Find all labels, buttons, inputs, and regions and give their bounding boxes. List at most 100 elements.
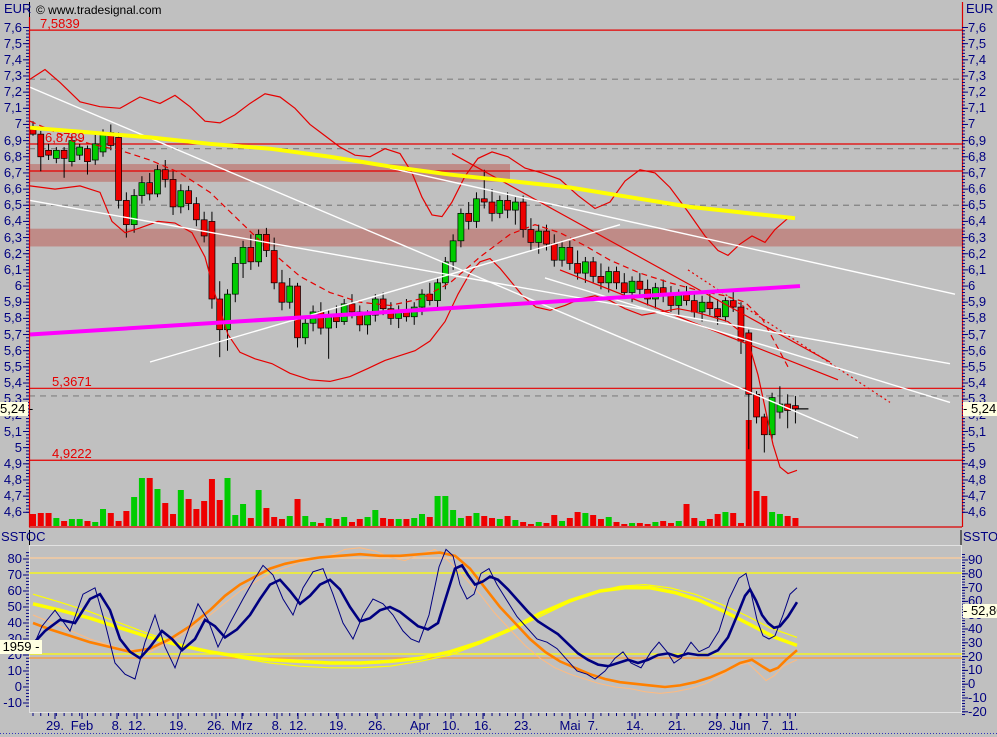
stoch-layer: [29, 546, 962, 713]
price-tick-label-left: 7: [0, 117, 22, 131]
date-tick-label: 19.: [162, 719, 194, 733]
price-tick-label-left: 4,8: [0, 473, 22, 487]
price-tick-label-right: 5,4: [968, 376, 997, 390]
date-tick-label: 16.: [467, 719, 499, 733]
price-tick-label-right: 6,9: [968, 134, 997, 148]
price-tick-label-right: 7,5: [968, 37, 997, 51]
stoch-title-left: SSTOC: [1, 530, 46, 544]
price-tick-label-left: 7,3: [0, 69, 22, 83]
price-tick-label-left: 5,1: [0, 425, 22, 439]
date-tick-label: 21.: [661, 719, 693, 733]
price-tick-label-right: 5: [968, 441, 997, 455]
stoch-tick-label-left: 70: [0, 568, 22, 582]
price-tick-label-left: 6,2: [0, 247, 22, 261]
price-tick-label-right: 6,3: [968, 231, 997, 245]
price-tick-label-left: 4,7: [0, 489, 22, 503]
stoch-tick-label-right: -20: [968, 705, 997, 719]
stoch-tick-label-right: 40: [968, 622, 997, 636]
price-tick-label-left: 6,9: [0, 134, 22, 148]
price-tick-label-left: 6,1: [0, 263, 22, 277]
price-tick-label-left: 6,8: [0, 150, 22, 164]
price-tick-label-right: 5,7: [968, 328, 997, 342]
price-tick-label-left: 5,7: [0, 328, 22, 342]
trading-chart-window: EUR © www.tradesignal.com EUR 7,5839 6,8…: [0, 0, 997, 737]
stoch-tick-label-left: 60: [0, 584, 22, 598]
panel-frame: [0, 2, 997, 734]
stoch-tick-label-left: -10: [0, 696, 22, 710]
date-tick-label: 10.: [435, 719, 467, 733]
date-tick-label: 12.: [121, 719, 153, 733]
stoch-tick-label-left: 10: [0, 664, 22, 678]
date-tick-label: Feb: [66, 719, 98, 733]
price-tick-label-right: 5,9: [968, 295, 997, 309]
date-tick-label: 23.: [507, 719, 539, 733]
price-tick-label-left: 5: [0, 441, 22, 455]
price-level-label-6-8789: 6,8789: [45, 131, 85, 144]
price-tick-label-right: 6,8: [968, 150, 997, 164]
price-level-label-5-3671: 5,3671: [52, 375, 92, 388]
price-tick-label-right: 4,6: [968, 505, 997, 519]
price-tick-label-left: 5,5: [0, 360, 22, 374]
price-tick-label-left: 6: [0, 279, 22, 293]
price-axis-title-left: EUR: [4, 2, 31, 16]
date-tick-label: 12.: [282, 719, 314, 733]
price-tick-label-left: 7,2: [0, 85, 22, 99]
price-tick-label-right: 7,4: [968, 53, 997, 67]
price-tick-label-right: 7,2: [968, 85, 997, 99]
price-tick-label-right: 5,5: [968, 360, 997, 374]
date-tick-label: 19.: [322, 719, 354, 733]
price-tick-label-right: 6,7: [968, 166, 997, 180]
stoch-tick-label-right: 30: [968, 636, 997, 650]
price-tick-label-right: 5,6: [968, 344, 997, 358]
date-tick-label: Apr: [404, 719, 436, 733]
date-tick-label: 11.: [774, 719, 806, 733]
price-tick-label-right: 7: [968, 117, 997, 131]
stoch-tick-label-left: 40: [0, 616, 22, 630]
price-tick-label-left: 5,4: [0, 376, 22, 390]
price-tick-label-left: 4,9: [0, 457, 22, 471]
price-tick-label-left: 7,5: [0, 37, 22, 51]
price-axis-title-right: EUR: [966, 2, 993, 16]
price-tick-label-left: 5,9: [0, 295, 22, 309]
stoch-tick-label-right: -10: [968, 691, 997, 705]
stoch-value-tag-left: 1959 -: [0, 640, 42, 654]
last-price-tag-right: - 5,24: [963, 402, 997, 416]
date-tick-label: 14.: [619, 719, 651, 733]
stoch-tick-label-right: 90: [968, 553, 997, 567]
price-tick-label-right: 6: [968, 279, 997, 293]
price-tick-label-left: 6,4: [0, 214, 22, 228]
chart-canvas[interactable]: [0, 0, 997, 737]
price-tick-label-right: 4,9: [968, 457, 997, 471]
price-level-label-4-9222: 4,9222: [52, 447, 92, 460]
stoch-tick-label-left: 50: [0, 600, 22, 614]
price-tick-label-left: 6,6: [0, 182, 22, 196]
price-tick-label-right: 7,6: [968, 21, 997, 35]
price-tick-label-right: 6,2: [968, 247, 997, 261]
overlay-lines: [30, 70, 955, 474]
price-tick-label-right: 5,1: [968, 425, 997, 439]
price-tick-label-right: 6,4: [968, 214, 997, 228]
price-tick-label-right: 5,8: [968, 311, 997, 325]
price-tick-label-left: 4,6: [0, 505, 22, 519]
price-tick-label-left: 7,6: [0, 21, 22, 35]
price-tick-label-right: 4,7: [968, 489, 997, 503]
price-tick-label-left: 7,4: [0, 53, 22, 67]
last-price-tag-left: 5,24 -: [0, 402, 28, 416]
price-level-label-7-5839: 7,5839: [40, 17, 80, 30]
stoch-title-right: SSTOC: [963, 530, 997, 544]
price-tick-label-left: 6,7: [0, 166, 22, 180]
copyright-label: © www.tradesignal.com: [36, 3, 162, 17]
date-tick-label: 7.: [577, 719, 609, 733]
date-tick-label: Mrz: [226, 719, 258, 733]
stoch-value-tag-right: - 52,80: [963, 604, 997, 618]
price-tick-label-left: 7,1: [0, 101, 22, 115]
stoch-tick-label-right: 80: [968, 567, 997, 581]
price-tick-label-right: 7,3: [968, 69, 997, 83]
price-tick-label-left: 5,6: [0, 344, 22, 358]
volume-bars: [30, 420, 798, 526]
date-tick-label: 26.: [361, 719, 393, 733]
stoch-tick-label-left: 80: [0, 552, 22, 566]
axis-ticks: [23, 28, 968, 720]
price-tick-label-left: 6,3: [0, 231, 22, 245]
price-tick-label-right: 6,6: [968, 182, 997, 196]
